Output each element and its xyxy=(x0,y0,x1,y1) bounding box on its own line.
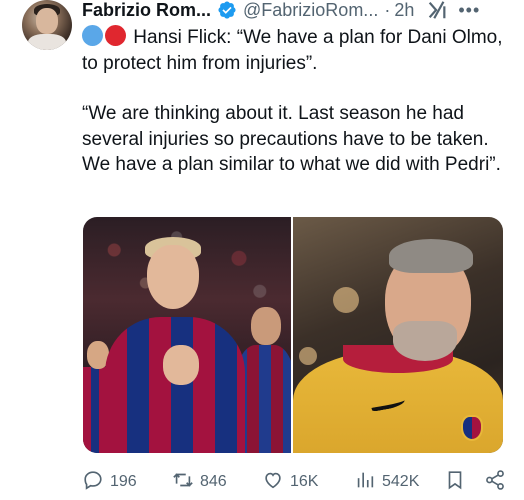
blue-circle-emoji-icon xyxy=(82,25,103,46)
verified-badge-icon xyxy=(217,0,237,20)
tweet-text-paragraph-2: “We are thinking about it. Last season h… xyxy=(82,103,501,175)
coach-beard xyxy=(393,321,457,361)
heart-icon xyxy=(262,469,284,496)
bookmark-icon xyxy=(444,469,466,496)
coach-photo[interactable] xyxy=(293,217,503,453)
share-icon xyxy=(484,469,506,496)
bookmark-button[interactable] xyxy=(444,469,466,496)
views-chart-icon xyxy=(354,469,376,496)
more-options-icon[interactable]: ••• xyxy=(458,0,480,21)
retweet-button[interactable]: 846 xyxy=(172,469,227,496)
tweet-paragraph-1-text: Hansi Flick: “We have a plan for Dani Ol… xyxy=(82,27,503,74)
player-hand xyxy=(163,345,199,385)
author-name[interactable]: Fabrizio Rom... xyxy=(82,0,211,21)
views-button[interactable]: 542K xyxy=(354,469,419,496)
author-handle[interactable]: @FabrizioRom... xyxy=(243,0,378,21)
grok-icon[interactable] xyxy=(426,0,448,21)
reply-icon xyxy=(82,469,104,496)
share-button[interactable] xyxy=(484,469,506,496)
reply-count: 196 xyxy=(110,473,137,490)
author-avatar[interactable] xyxy=(22,0,72,50)
like-count: 16K xyxy=(290,473,319,490)
tweet-media xyxy=(83,217,503,453)
retweet-count: 846 xyxy=(200,473,227,490)
reply-button[interactable]: 196 xyxy=(82,469,137,496)
tweet-time[interactable]: 2h xyxy=(394,0,414,21)
separator-dot: · xyxy=(384,0,391,20)
coach-hair xyxy=(389,239,473,273)
bokeh-light xyxy=(333,287,359,313)
club-crest-icon xyxy=(461,415,483,441)
player-photo[interactable] xyxy=(83,217,291,453)
teammate-right-head xyxy=(251,307,281,345)
avatar-shirt xyxy=(28,34,66,50)
red-circle-emoji-icon xyxy=(105,25,126,46)
retweet-icon xyxy=(172,469,194,496)
player-head xyxy=(147,245,199,309)
tweet-header: Fabrizio Rom... @FabrizioRom... · 2h ••• xyxy=(82,0,512,20)
tweet-actions: 196 846 16K 542K xyxy=(82,469,512,496)
like-button[interactable]: 16K xyxy=(262,469,318,496)
avatar-face xyxy=(36,8,58,34)
tweet-text-paragraph-1: Hansi Flick: “We have a plan for Dani Ol… xyxy=(82,25,512,76)
bokeh-light xyxy=(299,347,317,365)
player-jersey xyxy=(105,317,245,453)
views-count: 542K xyxy=(382,473,420,490)
